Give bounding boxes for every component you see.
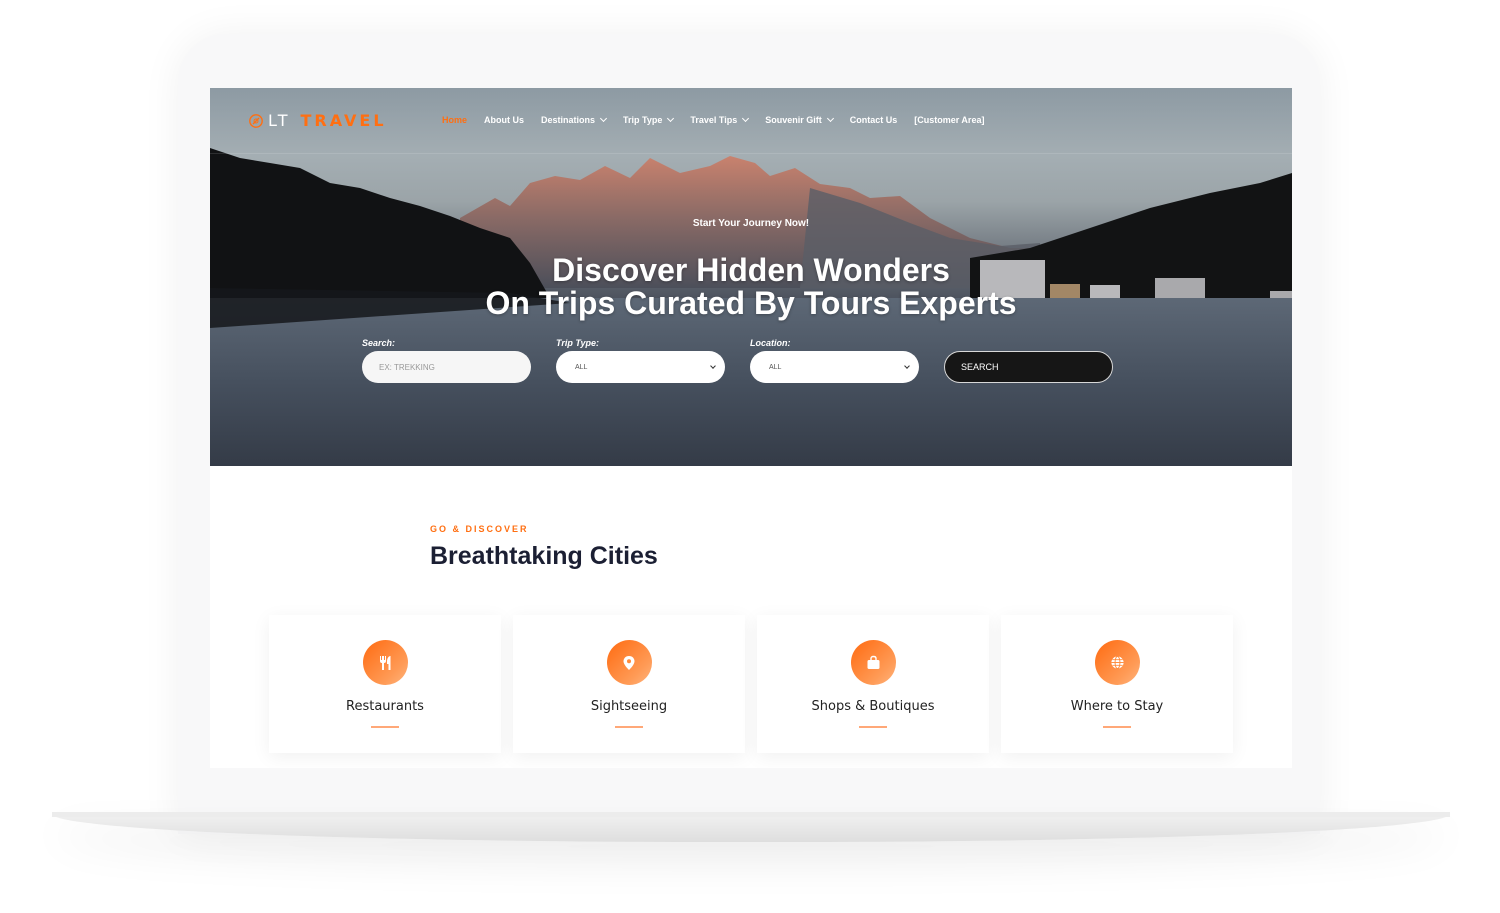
card-icon-circle (606, 640, 652, 685)
chevron-down-icon (904, 363, 910, 369)
chevron-down-icon (710, 363, 716, 369)
nav-item-about-us[interactable]: About Us (484, 115, 524, 125)
nav-label: Trip Type (623, 115, 663, 125)
category-cards: Restaurants Sightseeing Shops & Boutique… (269, 615, 1233, 753)
card-divider (859, 726, 887, 728)
search-label: Search: (362, 338, 396, 348)
shopping-bag-icon (867, 655, 879, 669)
card-icon-circle (362, 640, 408, 685)
category-card-shops-boutiques[interactable]: Shops & Boutiques (757, 615, 989, 753)
card-label: Restaurants (346, 699, 424, 714)
map-pin-icon (623, 655, 635, 670)
nav-label: Souvenir Gift (765, 115, 822, 125)
nav-item-destinations[interactable]: Destinations (541, 114, 608, 125)
trip-type-selected-value: ALL (575, 363, 588, 371)
location-selected-value: ALL (769, 363, 782, 371)
category-card-sightseeing[interactable]: Sightseeing (513, 615, 745, 753)
card-divider (1103, 726, 1131, 728)
card-divider (615, 726, 643, 728)
chevron-down-icon (667, 114, 675, 123)
nav-label: Home (442, 115, 468, 125)
section-title: Breathtaking Cities (430, 542, 658, 570)
category-card-restaurants[interactable]: Restaurants (269, 615, 501, 753)
chevron-down-icon (599, 114, 608, 123)
location-field-group: Location: ALL (750, 338, 919, 383)
category-card-where-to-stay[interactable]: Where to Stay (1001, 615, 1233, 753)
hero-subtitle: Start Your Journey Now! (692, 218, 810, 229)
browser-screen: LT TRAVEL Home About Us Destinations Tri… (210, 88, 1292, 768)
logo-text-prefix: LT (268, 111, 291, 130)
hero-title-line-2: On Trips Curated By Tours Experts (485, 285, 1017, 321)
laptop-base (52, 812, 1450, 842)
card-icon-circle (1094, 640, 1140, 685)
location-select[interactable]: ALL (750, 351, 919, 383)
location-label: Location: (750, 338, 791, 348)
trip-type-select[interactable]: ALL (556, 351, 725, 383)
nav-item-contact-us[interactable]: Contact Us (850, 115, 898, 125)
card-icon-circle (850, 640, 896, 685)
nav-item-customer-area[interactable]: [Customer Area] (914, 115, 984, 125)
card-divider (371, 726, 399, 728)
trip-type-label: Trip Type: (556, 338, 600, 348)
nav-item-trip-type[interactable]: Trip Type (623, 114, 675, 125)
site-header: LT TRAVEL Home About Us Destinations Tri… (210, 88, 1292, 154)
hero-section: LT TRAVEL Home About Us Destinations Tri… (210, 88, 1292, 466)
nav-label: Destinations (541, 115, 596, 125)
chevron-down-icon (826, 114, 834, 123)
utensils-icon (380, 655, 391, 670)
main-nav: Home About Us Destinations Trip Type Tra… (442, 114, 1001, 125)
card-label: Sightseeing (590, 699, 668, 714)
nav-label: Contact Us (849, 115, 898, 125)
nav-label: Travel Tips (690, 115, 738, 125)
trip-type-field-group: Trip Type: ALL (556, 338, 725, 383)
card-label: Shops & Boutiques (811, 699, 935, 714)
search-button[interactable]: SEARCH (944, 351, 1113, 383)
nav-item-home[interactable]: Home (442, 115, 467, 125)
nav-label: About Us (484, 115, 525, 125)
card-label: Where to Stay (1070, 699, 1164, 714)
hero-title: Discover Hidden Wonders On Trips Curated… (210, 254, 1292, 320)
nav-label: [Customer Area] (914, 115, 985, 125)
globe-icon (1110, 655, 1124, 670)
search-input[interactable] (362, 351, 531, 383)
logo-text-suffix: TRAVEL (300, 111, 387, 130)
nav-item-souvenir-gift[interactable]: Souvenir Gift (765, 114, 834, 125)
hero-title-line-1: Discover Hidden Wonders (552, 252, 950, 288)
section-eyebrow: GO & DISCOVER (430, 524, 529, 534)
site-logo[interactable]: LT TRAVEL (248, 111, 387, 130)
nav-item-travel-tips[interactable]: Travel Tips (690, 114, 750, 125)
compass-logo-icon (249, 113, 263, 128)
search-field-group: Search: (362, 338, 531, 383)
chevron-down-icon (742, 114, 750, 123)
trip-search-form: Search: Trip Type: ALL Location: ALL SEA… (362, 338, 1113, 383)
